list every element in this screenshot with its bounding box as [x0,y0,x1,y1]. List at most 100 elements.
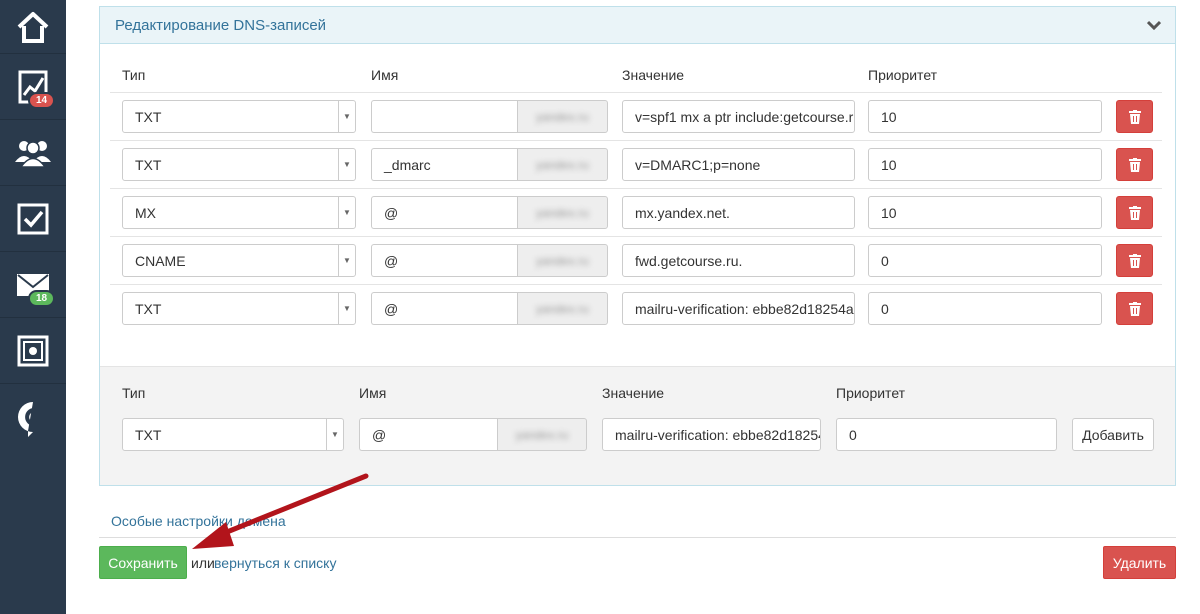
record-value-input[interactable]: v=DMARC1;p=none [622,148,855,181]
new-record-value-input[interactable]: mailru-verification: ebbe82d18254 [602,418,821,451]
delete-record-button[interactable] [1116,148,1153,181]
record-name-input[interactable]: @ [371,292,517,325]
dns-records-panel: Редактирование DNS-записей Тип Имя Значе… [99,6,1176,486]
record-name-group: _dmarc yandex.ru [371,148,608,181]
trash-icon [1128,157,1141,172]
column-header-type: Тип [122,385,146,401]
or-text: или [191,555,215,571]
notification-badge: 18 [28,290,56,307]
record-type-select[interactable]: TXT ▼ [122,100,356,133]
delete-record-button[interactable] [1116,292,1153,325]
sidebar: 14 18 [0,0,66,614]
record-type-value: TXT [135,301,162,317]
divider [99,537,1176,538]
safe-icon [17,335,49,366]
getcourse-logo-icon [18,402,41,437]
column-header-value: Значение [602,385,665,401]
delete-record-button[interactable] [1116,244,1153,277]
record-name-group: yandex.ru [371,100,608,133]
record-name-group: @ yandex.ru [371,244,608,277]
panel-header[interactable]: Редактирование DNS-записей [100,7,1175,44]
record-priority-input[interactable]: 10 [868,100,1102,133]
sidebar-item-messages[interactable]: 18 [0,252,66,318]
trash-icon [1128,301,1141,316]
trash-icon [1128,205,1141,220]
delete-record-button[interactable] [1116,100,1153,133]
domain-suffix: yandex.ru [517,196,608,229]
record-value-input[interactable]: mailru-verification: ebbe82d18254ae [622,292,855,325]
domain-suffix: yandex.ru [497,418,587,451]
domain-suffix: yandex.ru [517,292,608,325]
record-priority-input[interactable]: 10 [868,148,1102,181]
record-type-value: CNAME [135,253,186,269]
record-name-input[interactable]: @ [371,196,517,229]
record-value-input[interactable]: mx.yandex.net. [622,196,855,229]
new-record-name-input[interactable]: @ [359,418,497,451]
dropdown-arrow-icon: ▼ [338,149,355,180]
domain-suffix-text: yandex.ru [536,253,589,268]
domain-suffix-text: yandex.ru [536,205,589,220]
sidebar-item-tasks[interactable] [0,186,66,252]
dropdown-arrow-icon: ▼ [326,419,343,450]
record-name-group: @ yandex.ru [371,292,608,325]
trash-icon [1128,109,1141,124]
notification-badge: 14 [28,92,56,109]
divider [110,284,1162,285]
domain-suffix-text: yandex.ru [515,427,569,442]
delete-record-button[interactable] [1116,196,1153,229]
delete-domain-button[interactable]: Удалить [1103,546,1176,579]
domain-suffix-text: yandex.ru [536,109,589,124]
divider [110,236,1162,237]
column-header-name: Имя [359,385,387,401]
sidebar-item-home[interactable] [0,0,66,54]
record-name-group: @ yandex.ru [371,196,608,229]
record-priority-input[interactable]: 0 [868,244,1102,277]
dropdown-arrow-icon: ▼ [338,293,355,324]
dropdown-arrow-icon: ▼ [338,101,355,132]
new-record-name-group: @ yandex.ru [359,418,587,451]
record-priority-input[interactable]: 10 [868,196,1102,229]
column-header-value: Значение [622,67,685,83]
save-button[interactable]: Сохранить [99,546,187,579]
record-value-input[interactable]: v=spf1 mx a ptr include:getcourse.ru [622,100,855,133]
record-type-select[interactable]: TXT ▼ [122,148,356,181]
column-header-priority: Приоритет [868,67,938,83]
home-icon [17,11,49,43]
chevron-down-icon[interactable] [1147,20,1161,30]
divider [110,92,1162,93]
panel-title: Редактирование DNS-записей [115,17,327,34]
record-type-select[interactable]: CNAME ▼ [122,244,356,277]
domain-suffix-text: yandex.ru [536,157,589,172]
record-name-input[interactable]: _dmarc [371,148,517,181]
record-value-input[interactable]: fwd.getcourse.ru. [622,244,855,277]
domain-suffix: yandex.ru [517,148,608,181]
column-header-priority: Приоритет [836,385,906,401]
sidebar-item-analytics[interactable]: 14 [0,54,66,120]
special-domain-settings-link[interactable]: Особые настройки домена [111,513,286,529]
add-record-form: Тип Имя Значение Приоритет TXT ▼ @ yande… [100,366,1175,485]
dropdown-arrow-icon: ▼ [338,245,355,276]
record-name-input[interactable]: @ [371,244,517,277]
new-record-type-select[interactable]: TXT ▼ [122,418,344,451]
dropdown-arrow-icon: ▼ [338,197,355,228]
sidebar-item-getcourse[interactable] [0,384,66,454]
sidebar-item-users[interactable] [0,120,66,186]
record-type-select[interactable]: TXT ▼ [122,292,356,325]
record-type-select[interactable]: MX ▼ [122,196,356,229]
column-header-name: Имя [371,67,399,83]
sidebar-item-settings[interactable] [0,318,66,384]
users-icon [15,140,51,168]
record-type-value: MX [135,205,156,221]
record-name-input[interactable] [371,100,517,133]
add-record-button[interactable]: Добавить [1072,418,1154,451]
new-record-priority-input[interactable]: 0 [836,418,1057,451]
record-type-value: TXT [135,427,162,443]
record-type-value: TXT [135,157,162,173]
domain-suffix: yandex.ru [517,244,608,277]
column-header-type: Тип [122,67,146,83]
back-to-list-link[interactable]: вернуться к списку [214,555,336,571]
record-type-value: TXT [135,109,162,125]
domain-suffix-text: yandex.ru [536,301,589,316]
divider [110,188,1162,189]
record-priority-input[interactable]: 0 [868,292,1102,325]
